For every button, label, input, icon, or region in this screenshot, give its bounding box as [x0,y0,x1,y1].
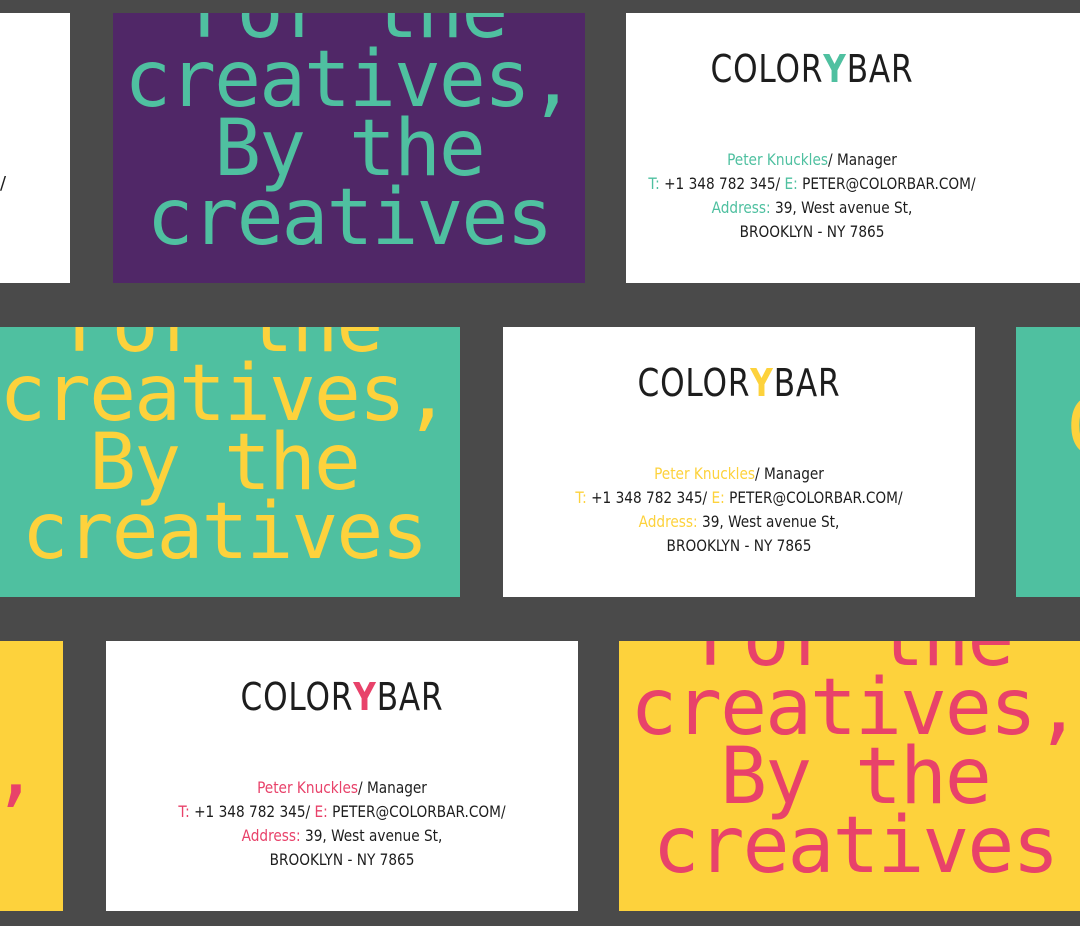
colorbar-logo: COLORYBAR [148,675,535,719]
partial-slash: / [0,173,7,194]
address-value: 39, West avenue St, [770,198,913,217]
tel-value: +1 348 782 345/ [189,802,315,821]
logo-text-right: BAR [846,47,914,91]
slogan-line-4: creatives [146,173,554,263]
email-value: PETER@COLORBAR.COM/ [724,488,903,507]
contact-role: / Manager [755,464,824,483]
business-card-front-teal-partial-right: C [1016,327,1080,597]
contact-info: Peter Knuckles/ Manager T: +1 348 782 34… [626,148,1080,244]
slogan-text: For the creatives, By the creatives [113,13,585,263]
email-value: PETER@COLORBAR.COM/ [797,174,976,193]
tel-label: T: [575,488,587,507]
business-card-back-yellow: COLORYBAR Peter Knuckles/ Manager T: +1 … [503,327,975,597]
logo-glass-icon: Y [353,675,377,719]
logo-text-left: COLOR [240,675,354,719]
email-label: E: [784,174,798,193]
tel-label: T: [178,802,190,821]
tel-label: T: [648,174,660,193]
email-value: PETER@COLORBAR.COM/ [327,802,506,821]
partial-comma: , [0,731,39,809]
email-label: E: [711,488,725,507]
business-card-front-yellow: For the creatives, By the creatives [619,641,1080,911]
address-label: Address: [241,826,301,845]
city-value: BROOKLYN - NY 7865 [269,850,415,869]
contact-info: Peter Knuckles/ Manager T: +1 348 782 34… [515,462,963,558]
contact-role: / Manager [828,150,897,169]
business-card-front-teal: For the creatives, By the creatives [0,327,460,597]
city-value: BROOKLYN - NY 7865 [666,536,812,555]
partial-letter: C [1066,389,1080,467]
logo-text-left: COLOR [710,47,824,91]
tel-value: +1 348 782 345/ [586,488,712,507]
address-value: 39, West avenue St, [300,826,443,845]
colorbar-logo: COLORYBAR [545,361,932,405]
business-card-back-partial-left-row1: / [0,13,70,283]
city-value: BROOKLYN - NY 7865 [739,222,885,241]
business-card-front-purple: For the creatives, By the creatives [113,13,585,283]
contact-name: Peter Knuckles [257,778,359,797]
address-label: Address: [711,198,771,217]
address-value: 39, West avenue St, [697,512,840,531]
logo-text-right: BAR [376,675,444,719]
logo-text-right: BAR [773,361,841,405]
contact-name: Peter Knuckles [654,464,756,483]
business-card-front-yellow-partial-left: , [0,641,63,911]
slogan-text: For the creatives, By the creatives [619,641,1080,891]
contact-info: Peter Knuckles/ Manager T: +1 348 782 34… [118,776,566,872]
contact-role: / Manager [358,778,427,797]
email-label: E: [314,802,328,821]
slogan-line-4: creatives [21,487,429,577]
slogan-line-4: creatives [652,801,1060,891]
business-card-back-teal: COLORYBAR Peter Knuckles/ Manager T: +1 … [626,13,1080,283]
tel-value: +1 348 782 345/ [659,174,785,193]
logo-text-left: COLOR [637,361,751,405]
contact-name: Peter Knuckles [727,150,829,169]
address-label: Address: [638,512,698,531]
business-card-back-pink: COLORYBAR Peter Knuckles/ Manager T: +1 … [106,641,578,911]
colorbar-logo: COLORYBAR [626,47,1047,91]
slogan-text: For the creatives, By the creatives [0,327,460,577]
logo-glass-icon: Y [750,361,774,405]
logo-glass-icon: Y [823,47,847,91]
